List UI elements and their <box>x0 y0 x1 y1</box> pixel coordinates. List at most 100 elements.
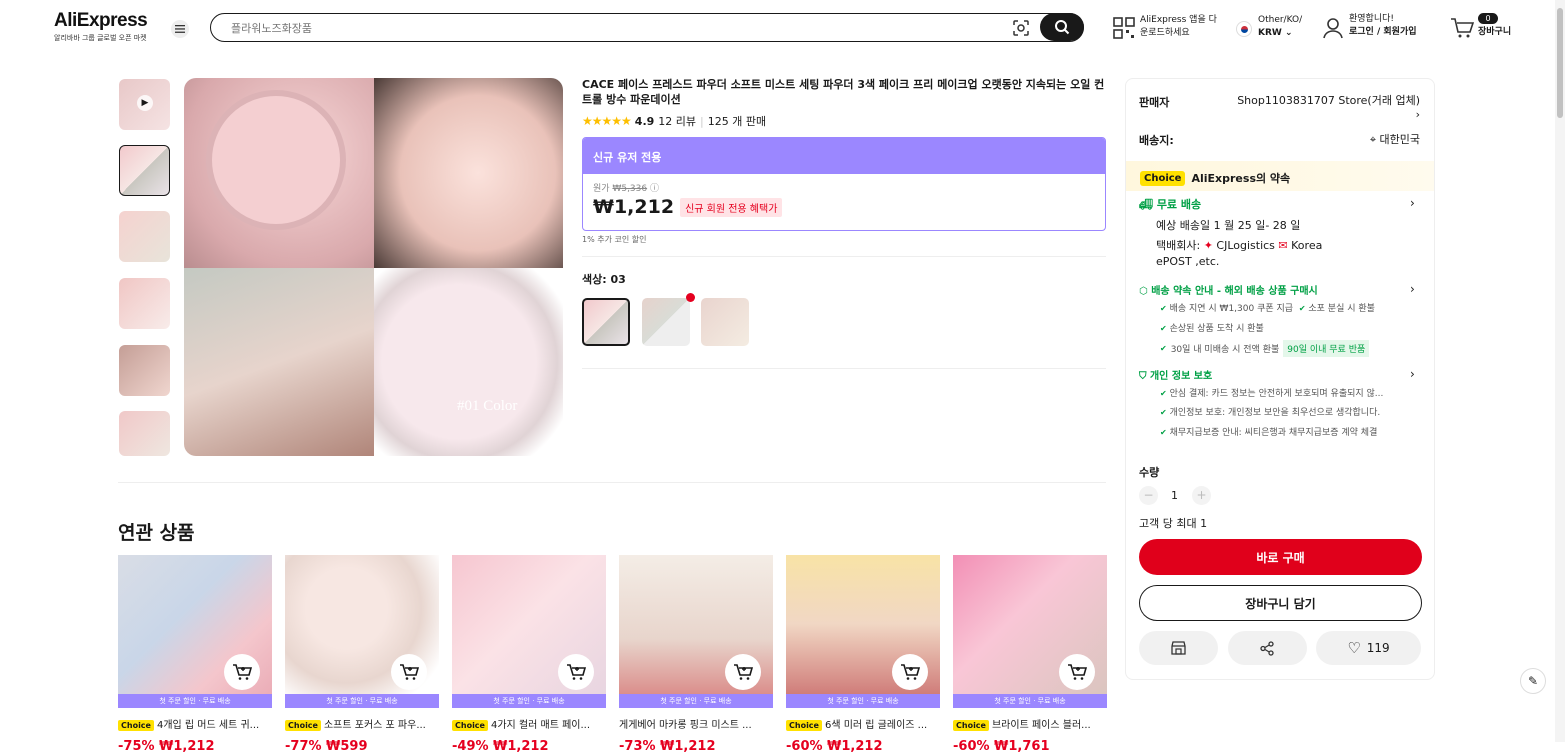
add-to-cart-icon[interactable] <box>224 654 260 690</box>
main-product-image[interactable]: #01 Color <box>184 78 563 456</box>
check-icon: ✔ <box>1160 324 1167 333</box>
region-selector[interactable]: Other/KO/ KRW ⌄ <box>1258 14 1302 40</box>
product-image[interactable]: 첫 주문 할인 · 무료 배송 <box>452 555 606 708</box>
product-image[interactable]: 첫 주문 할인 · 무료 배송 <box>285 555 439 708</box>
color-swatch-3[interactable] <box>701 298 749 346</box>
color-swatch-1[interactable] <box>582 298 630 346</box>
menu-button[interactable] <box>171 20 189 38</box>
related-product-card[interactable]: 첫 주문 할인 · 무료 배송 Choice 6색 미러 립 글레이즈 ... -60… <box>786 555 940 754</box>
privacy-3: 채무지급보증 안내: 씨티은행과 채무지급보증 계약 체결 <box>1169 428 1378 438</box>
ship-to[interactable]: ⌖ 대한민국 <box>1340 131 1420 147</box>
add-to-cart-icon[interactable] <box>1059 654 1095 690</box>
related-title: 연관 상품 <box>118 522 195 544</box>
thumbnail-video[interactable]: ▶ <box>119 79 170 130</box>
card-title[interactable]: Choice 4가지 컬러 매트 페이... <box>452 716 606 731</box>
related-product-card[interactable]: 첫 주문 할인 · 무료 배송 Choice 브라이트 페이스 블러... -60% … <box>953 555 1107 754</box>
search-input[interactable] <box>231 19 991 37</box>
chevron-right-icon[interactable]: › <box>1410 367 1415 381</box>
seller-name[interactable]: Shop1103831707 Store(거래 업체) › <box>1232 92 1420 121</box>
buy-now-button[interactable]: 바로 구매 <box>1139 539 1422 575</box>
thumbnail-6[interactable] <box>119 411 170 456</box>
chevron-down-icon: ⌄ <box>1284 28 1293 38</box>
review-count[interactable]: 12 리뷰 <box>658 113 696 129</box>
search-button[interactable] <box>1040 13 1084 41</box>
share-button[interactable] <box>1228 631 1307 665</box>
hamburger-icon <box>175 25 185 33</box>
related-product-card[interactable]: 첫 주문 할인 · 무료 배송 Choice 4가지 컬러 매트 페이... -49%… <box>452 555 606 754</box>
cj-icon: ✦ <box>1203 239 1213 252</box>
choice-text: AliExpress의 약속 <box>1191 172 1291 185</box>
chevron-right-icon[interactable]: › <box>1410 282 1415 296</box>
carrier-2: Korea <box>1291 239 1323 252</box>
aliexpress-logo[interactable]: AliExpress <box>54 10 148 32</box>
free-ship-text: 무료 배송 <box>1156 198 1202 211</box>
heart-icon: ♡ <box>1347 639 1361 657</box>
add-to-cart-icon[interactable] <box>391 654 427 690</box>
cart-icon[interactable] <box>1450 17 1474 39</box>
share-icon <box>1260 640 1274 656</box>
add-to-cart-button[interactable]: 장바구니 담기 <box>1139 585 1422 621</box>
related-product-card[interactable]: 첫 주문 할인 · 무료 배송 Choice 4개입 립 머드 세트 귀... -75… <box>118 555 272 754</box>
product-image[interactable]: 첫 주문 할인 · 무료 배송 <box>118 555 272 708</box>
card-price: -75% ₩1,212 <box>118 739 215 754</box>
card-title-text: 6색 미러 립 글레이즈 ... <box>824 720 928 731</box>
add-to-cart-icon[interactable] <box>892 654 928 690</box>
card-price: -49% ₩1,212 <box>452 739 549 754</box>
app-line1: AliExpress 앱을 다 <box>1140 15 1217 25</box>
related-product-card[interactable]: 첫 주문 할인 · 무료 배송 게게베어 마카롱 핑크 미스트 ... -73% ₩… <box>619 555 773 754</box>
choice-tag: Choice <box>118 720 154 731</box>
app-line2: 운로드하세요 <box>1140 28 1190 38</box>
carrier-1: CJLogistics <box>1216 239 1275 252</box>
seller-label: 판매자 <box>1139 96 1170 109</box>
korea-flag-icon <box>1236 21 1252 37</box>
qr-code-icon[interactable] <box>1113 17 1135 39</box>
cart-label[interactable]: 장바구니 <box>1478 26 1511 39</box>
image-overlay-text: #01 Color <box>457 398 518 414</box>
card-title[interactable]: Choice 4개입 립 머드 세트 귀... <box>118 716 272 731</box>
product-image[interactable]: 첫 주문 할인 · 무료 배송 <box>953 555 1107 708</box>
image-search-icon[interactable] <box>1012 19 1030 37</box>
card-price: -77% ₩599 <box>285 739 368 754</box>
color-swatch-2[interactable] <box>642 298 690 346</box>
store-button[interactable] <box>1139 631 1218 665</box>
related-product-card[interactable]: 첫 주문 할인 · 무료 배송 Choice 소프트 포커스 포 파우... -77%… <box>285 555 439 754</box>
login-text: 로그인 / 회원가입 <box>1349 27 1417 37</box>
guarantee-title[interactable]: ⬡ 배송 약속 안내 - 해외 배송 상품 구매시 <box>1139 282 1318 297</box>
thumbnail-4[interactable] <box>119 278 170 329</box>
carrier-label: 택배회사: <box>1156 239 1201 252</box>
add-to-cart-icon[interactable] <box>558 654 594 690</box>
app-download-link[interactable]: AliExpress 앱을 다 운로드하세요 <box>1140 14 1217 40</box>
chevron-right-icon[interactable]: › <box>1410 196 1415 210</box>
card-title[interactable]: Choice 브라이트 페이스 블러... <box>953 716 1107 731</box>
privacy-title[interactable]: ⛉ 개인 정보 보호 <box>1139 367 1212 382</box>
cart-count-badge: 0 <box>1478 13 1498 24</box>
qty-limit: 고객 당 최대 1 <box>1139 517 1208 530</box>
wish-count: 119 <box>1366 641 1390 655</box>
card-price: -60% ₩1,212 <box>786 739 883 754</box>
guarantee-2: 소포 분실 시 환불 <box>1308 304 1375 314</box>
add-to-cart-icon[interactable] <box>725 654 761 690</box>
thumbnail-5[interactable] <box>119 345 170 396</box>
user-icon[interactable] <box>1323 17 1343 39</box>
card-title[interactable]: Choice 6색 미러 립 글레이즈 ... <box>786 716 940 731</box>
thumbnail-2[interactable] <box>119 145 170 196</box>
wishlist-button[interactable]: ♡ 119 <box>1316 631 1421 665</box>
thumbnail-3[interactable] <box>119 211 170 262</box>
original-label: 원가 <box>593 184 610 194</box>
info-icon[interactable]: ⓘ <box>650 184 659 194</box>
feedback-pencil-icon[interactable]: ✎ <box>1520 668 1546 694</box>
qty-minus-button[interactable]: − <box>1139 486 1158 505</box>
card-title[interactable]: Choice 소프트 포커스 포 파우... <box>285 716 439 731</box>
qty-value[interactable]: 1 <box>1171 489 1178 502</box>
qty-plus-button[interactable]: + <box>1192 486 1211 505</box>
sold-count: 125 개 판매 <box>707 115 767 128</box>
promo-box: 신규 유저 전용 원가 ₩5,336 ⓘ ₩1,212 신규 회원 전용 혜택가 <box>582 137 1106 231</box>
product-image[interactable]: 첫 주문 할인 · 무료 배송 <box>786 555 940 708</box>
check-icon: ✔ <box>1160 428 1167 437</box>
card-title[interactable]: 게게베어 마카롱 핑크 미스트 ... <box>619 716 773 731</box>
product-image[interactable]: 첫 주문 할인 · 무료 배송 <box>619 555 773 708</box>
choice-tag: Choice <box>786 720 822 731</box>
login-link[interactable]: 환영합니다! 로그인 / 회원가입 <box>1349 13 1417 39</box>
scrollbar-thumb[interactable] <box>1557 8 1563 118</box>
free-shipping[interactable]: 🚚︎ 무료 배송 <box>1139 196 1201 212</box>
